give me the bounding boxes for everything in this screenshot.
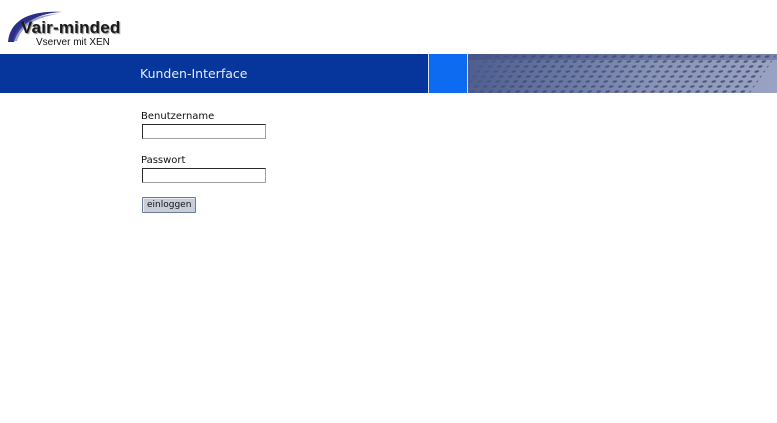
banner-accent-block (429, 54, 467, 93)
logo-subtitle: Vserver mit XEN (36, 37, 110, 48)
perforation-pattern-icon (468, 54, 777, 93)
login-page: Vair-minded Vserver mit XEN Kunden-Inter… (0, 0, 777, 423)
logo: Vair-minded Vserver mit XEN (4, 8, 124, 50)
login-button[interactable]: einloggen (142, 197, 197, 213)
password-label: Passwort (141, 155, 186, 166)
banner-perforated-metal-image (468, 54, 777, 93)
username-field[interactable] (142, 124, 266, 139)
login-form: Benutzername Passwort einloggen (141, 110, 266, 213)
username-label: Benutzername (141, 111, 215, 122)
password-field[interactable] (142, 168, 266, 183)
logo-title: Vair-minded (21, 18, 121, 37)
page-title: Kunden-Interface (140, 66, 248, 81)
header-banner: Kunden-Interface (0, 54, 777, 93)
